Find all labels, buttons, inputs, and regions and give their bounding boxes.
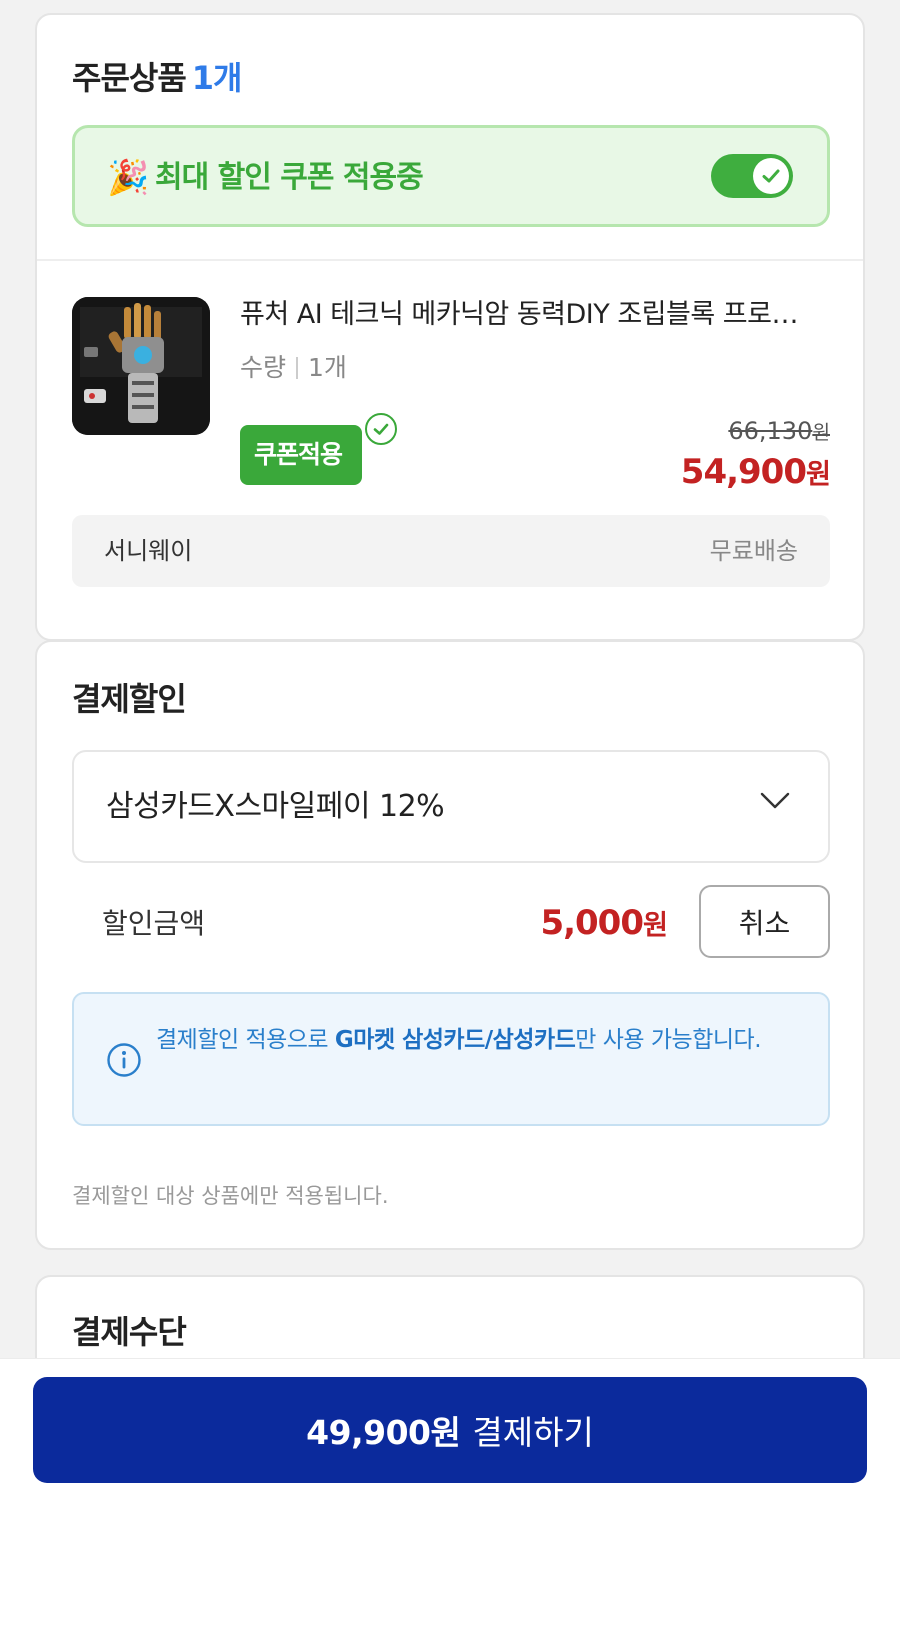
order-items-card: 주문상품 1개 🎉 최대 할인 쿠폰 적용중 퓨처 AI 테크닉 메카닉암 동력… xyxy=(35,13,865,641)
info-text-prefix: 결제할인 적용으로 xyxy=(156,1027,335,1053)
discount-amount-currency: 원 xyxy=(642,910,668,941)
max-coupon-banner: 🎉 최대 할인 쿠폰 적용중 xyxy=(72,125,830,227)
sale-price-value: 54,900 xyxy=(680,452,807,492)
discount-option-select[interactable]: 삼성카드X스마일페이 12% xyxy=(72,750,830,863)
sale-price: 54,900원 xyxy=(680,451,831,492)
party-popper-icon: 🎉 xyxy=(107,158,150,198)
seller-name: 서니웨이 xyxy=(104,537,193,565)
pay-button-label: 결제하기 xyxy=(472,1413,594,1452)
coupon-applied-badge: 쿠폰적용 xyxy=(240,425,362,485)
bottom-pay-bar: 49,900원 결제하기 xyxy=(0,1358,900,1640)
cancel-discount-button[interactable]: 취소 xyxy=(699,885,830,958)
original-price-value: 66,130 xyxy=(728,417,813,445)
max-coupon-label: 최대 할인 쿠폰 적용중 xyxy=(155,160,424,195)
info-text-suffix: 만 사용 가능합니다. xyxy=(575,1027,762,1053)
discount-amount-value: 5,000 xyxy=(540,903,644,943)
product-thumbnail[interactable] xyxy=(72,297,210,435)
discount-amount: 5,000원 xyxy=(507,898,668,951)
chevron-down-icon xyxy=(760,792,790,814)
sale-price-currency: 원 xyxy=(805,459,831,490)
order-items-title-label: 주문상품 xyxy=(72,59,187,97)
order-items-count: 1개 xyxy=(191,59,243,97)
payment-discount-title: 결제할인 xyxy=(72,680,187,718)
discount-amount-label: 할인금액 xyxy=(102,907,206,940)
check-circle-icon xyxy=(365,413,397,445)
original-price-currency: 원 xyxy=(812,421,830,444)
original-price: 66,130원 xyxy=(728,417,830,445)
payment-method-title: 결제수단 xyxy=(72,1313,187,1351)
discount-info-text: 결제할인 적용으로 G마켓 삼성카드/삼성카드만 사용 가능합니다. xyxy=(156,1022,796,1058)
order-items-title: 주문상품 1개 xyxy=(72,53,243,99)
max-coupon-toggle[interactable] xyxy=(711,154,793,198)
discount-option-value: 삼성카드X스마일페이 12% xyxy=(106,789,445,824)
seller-shipping-bar: 서니웨이 무료배송 xyxy=(72,515,830,587)
shipping-status: 무료배송 xyxy=(709,537,798,565)
divider xyxy=(37,259,863,261)
pay-button[interactable]: 49,900원 결제하기 xyxy=(33,1377,867,1483)
check-icon xyxy=(753,158,789,194)
info-icon xyxy=(106,1042,142,1082)
discount-footnote: 결제할인 대상 상품에만 적용됩니다. xyxy=(72,1184,389,1208)
info-text-bold: G마켓 삼성카드/삼성카드 xyxy=(334,1027,576,1053)
quantity-label: 수량 xyxy=(240,353,287,382)
quantity-separator xyxy=(296,357,299,379)
payment-discount-card: 결제할인 삼성카드X스마일페이 12% 할인금액 5,000원 취소 결제할인 … xyxy=(35,640,865,1250)
quantity-value: 1개 xyxy=(308,353,347,382)
discount-info-box: 결제할인 적용으로 G마켓 삼성카드/삼성카드만 사용 가능합니다. xyxy=(72,992,830,1126)
pay-button-amount: 49,900원 xyxy=(306,1413,461,1452)
product-quantity: 수량 1개 xyxy=(240,348,347,388)
product-name[interactable]: 퓨처 AI 테크닉 메카닉암 동력DIY 조립블록 프로… xyxy=(240,295,840,335)
